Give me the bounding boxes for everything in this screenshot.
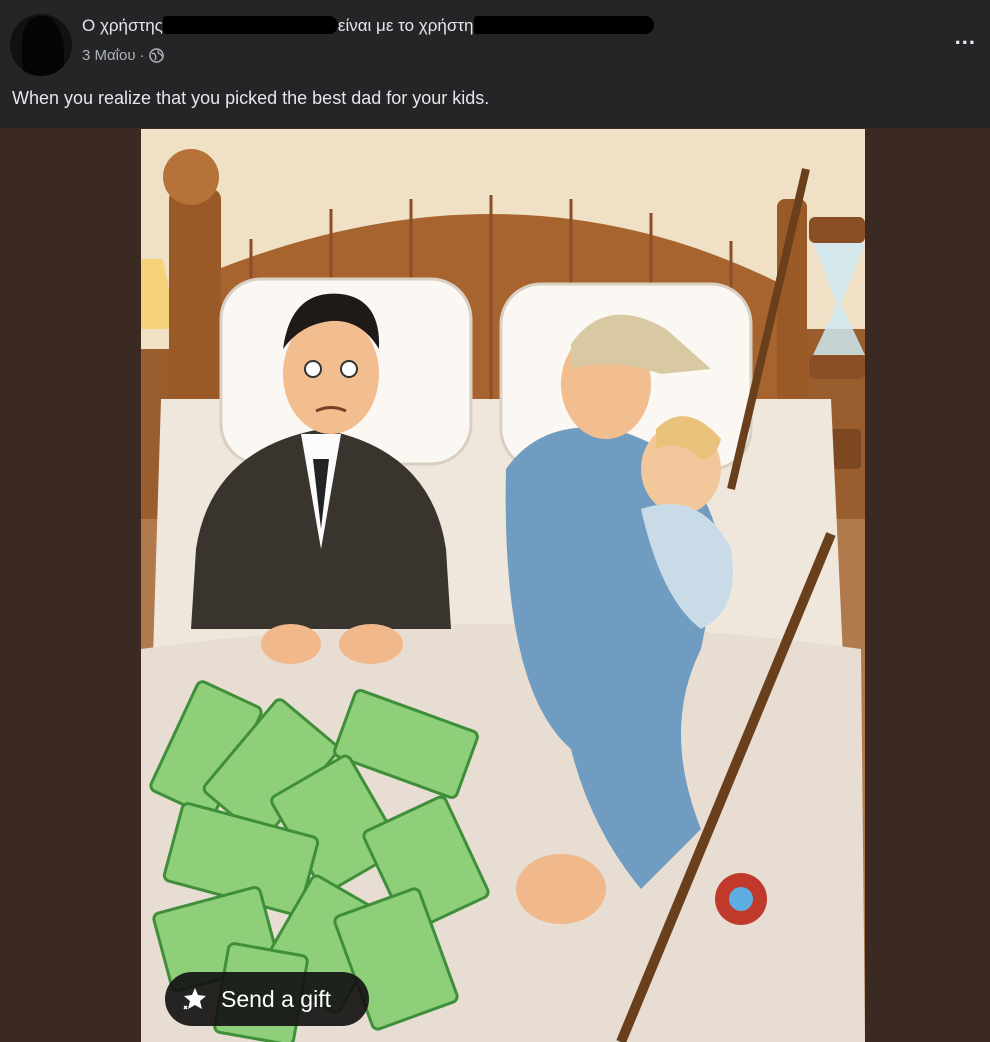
redacted-name-1 xyxy=(162,16,338,34)
post-image[interactable] xyxy=(141,129,865,1042)
author-middle: είναι με το χρήστη xyxy=(337,16,474,35)
send-gift-button[interactable]: Send a gift xyxy=(165,972,369,1026)
illustration xyxy=(141,129,865,1042)
post-date[interactable]: 3 Μαΐου xyxy=(82,47,136,64)
meta-separator: · xyxy=(139,47,145,64)
post-header: Ο χρήστης είναι με το χρήστη 3 Μαΐου · ..… xyxy=(0,0,990,128)
author-prefix: Ο χρήστης xyxy=(82,16,163,35)
post-meta: 3 Μαΐου · xyxy=(82,47,164,64)
send-gift-label: Send a gift xyxy=(221,985,331,1012)
avatar-redaction xyxy=(22,16,64,76)
author-line: Ο χρήστης είναι με το χρήστη xyxy=(82,16,654,36)
author-avatar[interactable] xyxy=(10,14,72,76)
globe-icon[interactable] xyxy=(148,48,164,63)
redacted-name-2 xyxy=(473,16,654,34)
more-options-button[interactable]: ... xyxy=(955,24,976,50)
gift-sparkle-icon xyxy=(183,988,206,1010)
facebook-post: Ο χρήστης είναι με το χρήστη 3 Μαΐου · ..… xyxy=(0,0,990,1042)
post-caption: When you realize that you picked the bes… xyxy=(12,88,490,108)
